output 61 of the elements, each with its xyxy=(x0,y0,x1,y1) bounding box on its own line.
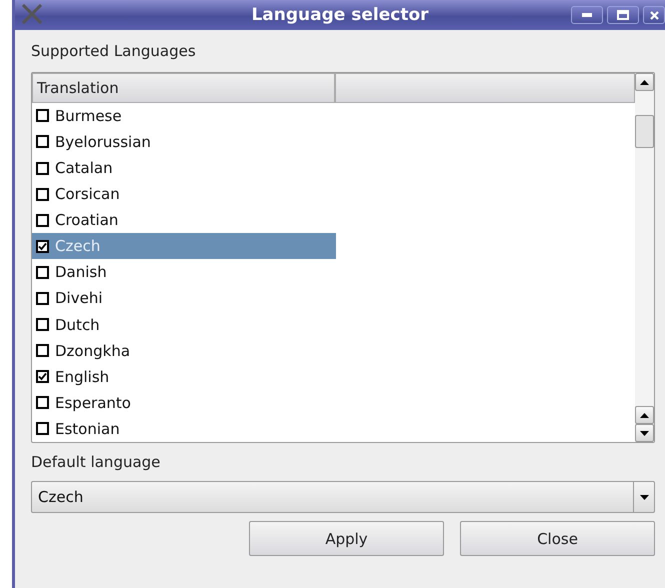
language-row[interactable]: Danish xyxy=(32,259,336,286)
minimize-icon xyxy=(582,13,592,17)
maximize-icon xyxy=(617,10,629,20)
scrollbar[interactable] xyxy=(635,73,654,442)
language-name: Estonian xyxy=(55,420,120,438)
language-row[interactable]: Burmese xyxy=(32,102,336,129)
language-name: Byelorussian xyxy=(55,132,151,151)
maximize-button[interactable] xyxy=(607,6,639,24)
down-arrow-icon xyxy=(640,430,649,436)
language-row[interactable]: English xyxy=(32,364,336,390)
dialog-button[interactable]: Close xyxy=(460,521,655,556)
language-name: Esperanto xyxy=(55,394,131,412)
checkbox[interactable] xyxy=(36,188,49,201)
down-arrow-icon xyxy=(640,494,648,500)
language-name: Divehi xyxy=(55,289,102,308)
scroll-down-button[interactable] xyxy=(635,424,654,442)
language-name: English xyxy=(55,368,110,386)
language-row[interactable]: Esperanto xyxy=(32,390,336,416)
up-arrow-icon xyxy=(640,80,649,84)
language-row[interactable]: Dutch xyxy=(32,312,336,338)
column-header[interactable]: Translation xyxy=(32,73,335,103)
language-name: Corsican xyxy=(55,185,120,204)
language-row[interactable]: Croatian xyxy=(32,207,336,234)
checkbox[interactable] xyxy=(36,266,49,279)
close-button[interactable] xyxy=(643,6,665,24)
language-row[interactable]: Divehi xyxy=(32,285,336,312)
language-name: Dutch xyxy=(55,316,100,334)
scroll-up-button[interactable] xyxy=(635,406,654,424)
section-label: Supported Languages xyxy=(31,42,197,62)
language-row[interactable]: Estonian xyxy=(32,416,336,442)
checkbox[interactable] xyxy=(36,396,49,410)
checkbox[interactable] xyxy=(36,135,49,148)
dialog-button[interactable]: Apply xyxy=(249,521,444,556)
minimize-button[interactable] xyxy=(571,6,603,24)
checkbox[interactable] xyxy=(36,370,49,384)
section-label: Default language xyxy=(31,453,162,473)
checkbox[interactable] xyxy=(36,422,49,436)
close-icon xyxy=(650,10,658,20)
language-name: Czech xyxy=(55,237,100,256)
checkbox[interactable] xyxy=(36,162,49,174)
language-name: Catalan xyxy=(55,159,113,177)
language-dropdown[interactable]: Czech xyxy=(31,481,655,513)
checkbox[interactable] xyxy=(36,344,49,358)
window-title: Language selector xyxy=(251,5,429,25)
x-logo-icon xyxy=(21,4,43,24)
up-arrow-icon xyxy=(640,412,649,418)
language-name: Danish xyxy=(55,263,107,282)
language-row[interactable]: Catalan xyxy=(32,154,336,182)
language-name: Burmese xyxy=(55,106,122,125)
checkbox[interactable] xyxy=(36,109,49,122)
language-row[interactable]: Corsican xyxy=(32,181,336,208)
checkbox[interactable] xyxy=(36,214,49,227)
language-name: Dzongkha xyxy=(55,342,130,360)
checkbox[interactable] xyxy=(36,292,49,305)
language-row[interactable]: Dzongkha xyxy=(32,338,336,364)
checkbox[interactable] xyxy=(36,240,49,253)
scroll-thumb[interactable] xyxy=(635,115,654,148)
scroll-up-button[interactable] xyxy=(635,73,654,91)
checkbox[interactable] xyxy=(36,318,49,332)
language-name: Croatian xyxy=(55,211,118,230)
language-row[interactable]: Byelorussian xyxy=(32,128,336,155)
